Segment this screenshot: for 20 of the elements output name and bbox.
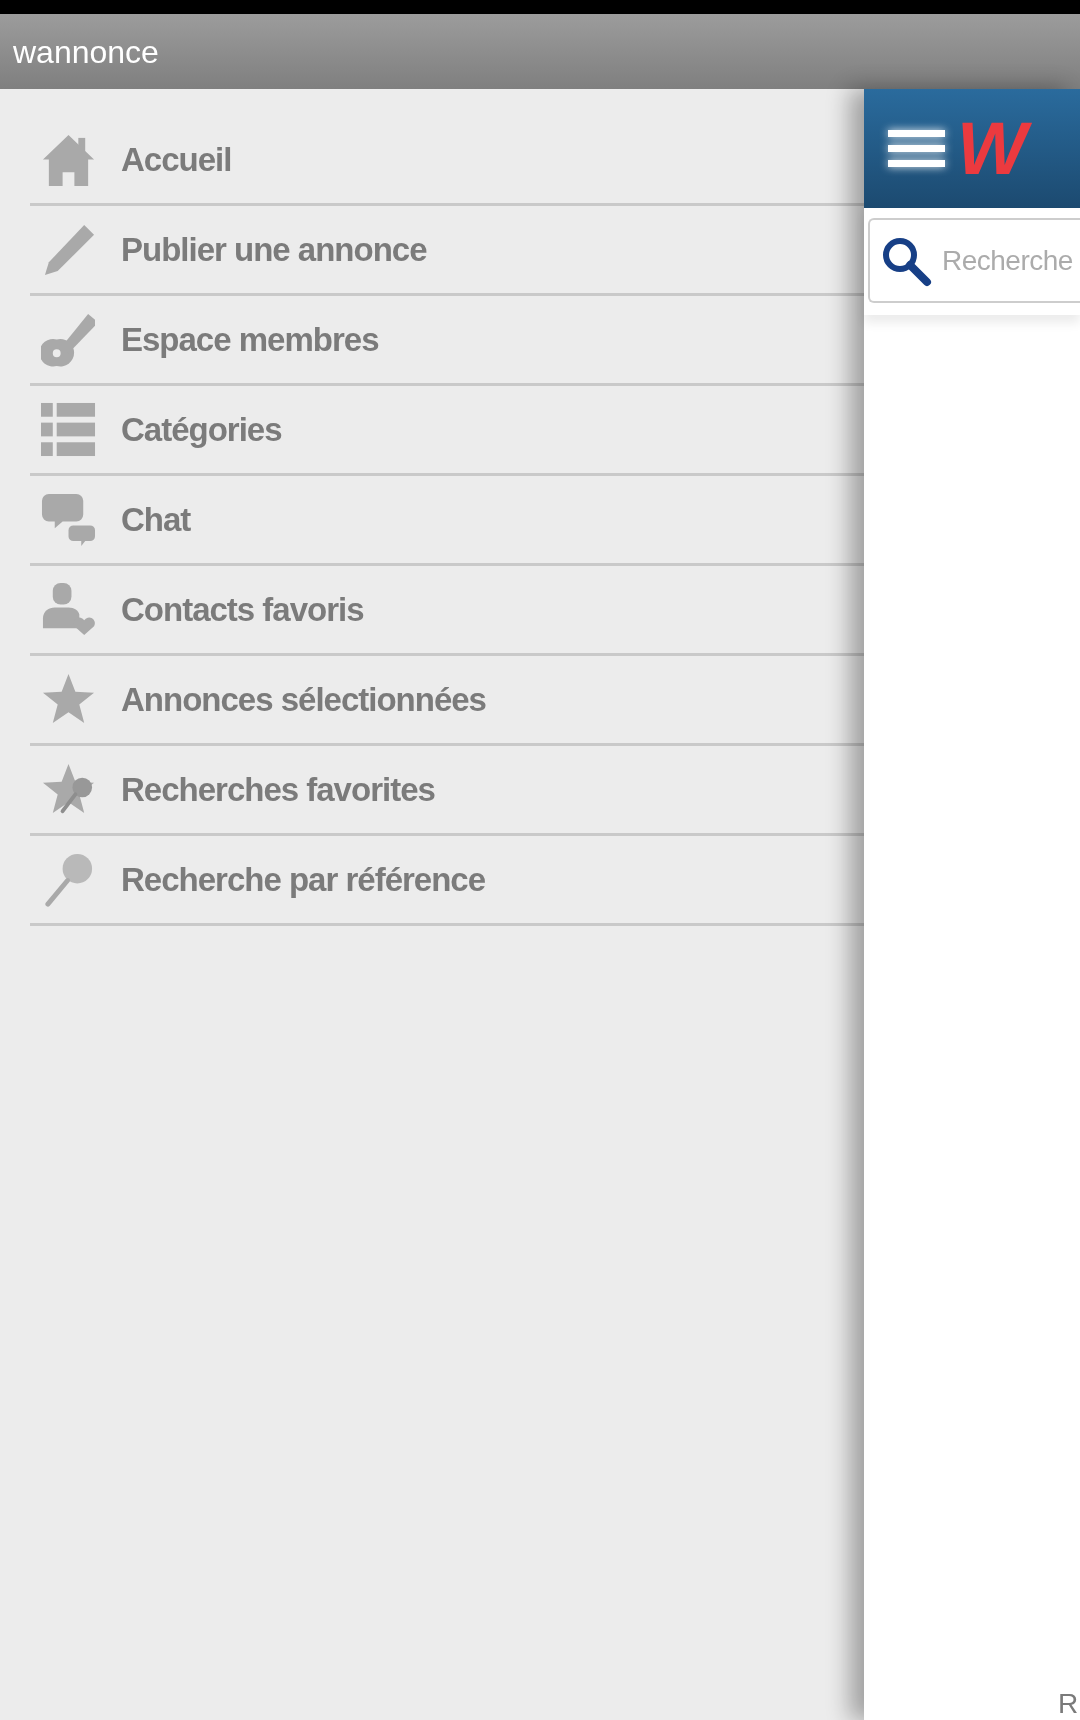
house-icon <box>41 132 96 187</box>
list-icon <box>41 402 96 457</box>
menu-item[interactable]: Catégories <box>30 386 864 476</box>
menu-item[interactable]: Recherches favorites <box>30 746 864 836</box>
search-field[interactable]: Recherche <box>868 218 1080 303</box>
search-icon <box>880 235 932 287</box>
menu-item[interactable]: Recherche par référence <box>30 836 864 926</box>
menu-icon[interactable] <box>888 130 945 167</box>
menu-item[interactable]: Chat <box>30 476 864 566</box>
logo[interactable]: W <box>953 105 1041 192</box>
menu-item[interactable]: Annonces sélectionnées <box>30 656 864 746</box>
menu-item[interactable]: Accueil <box>30 116 864 206</box>
partial-text: R <box>1058 1689 1079 1720</box>
key-icon <box>41 312 96 367</box>
app-title: wannonce <box>13 35 159 68</box>
menu-item[interactable]: Contacts favoris <box>30 566 864 656</box>
menu-item[interactable]: Publier une annonce <box>30 206 864 296</box>
user-heart-icon <box>41 582 96 637</box>
menu-item[interactable]: Espace membres <box>30 296 864 386</box>
chat-bubbles-icon <box>41 492 96 547</box>
